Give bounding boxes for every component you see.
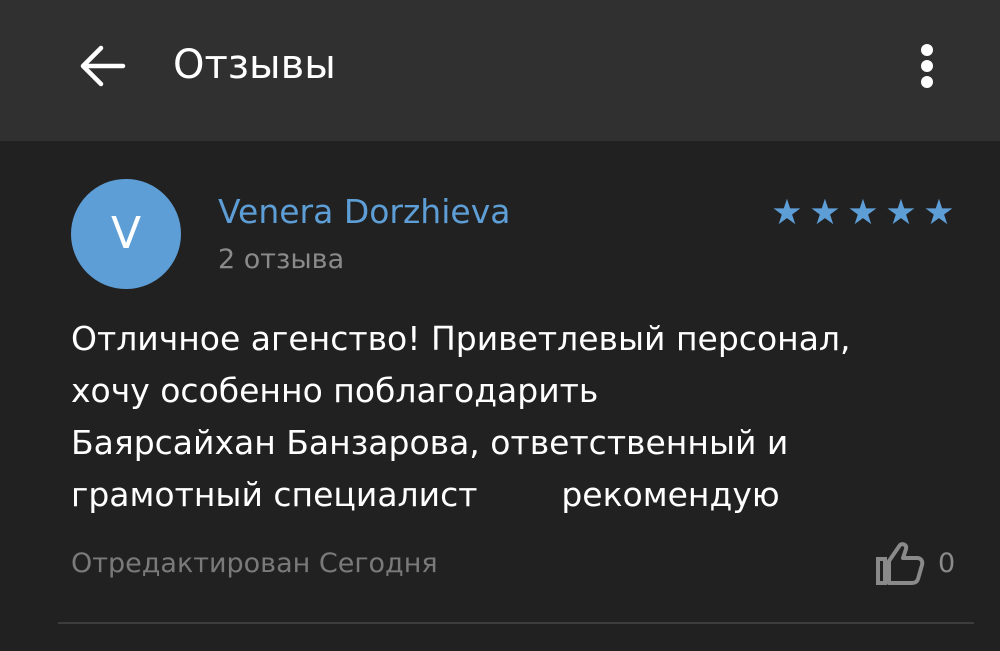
author-review-count: 2 отзыва (218, 244, 345, 275)
like-button[interactable] (872, 539, 928, 589)
star-rating: ★ ★ ★ ★ ★ (768, 193, 958, 233)
edited-timestamp: Отредактирован Сегодня (71, 548, 438, 579)
star-icon: ★ (885, 193, 917, 233)
star-icon: ★ (923, 193, 955, 233)
star-icon: ★ (847, 193, 879, 233)
review-card: V Venera Dorzhieva 2 отзыва ★ ★ ★ ★ ★ От… (0, 141, 1000, 651)
star-icon: ★ (771, 193, 803, 233)
back-button[interactable] (66, 30, 138, 102)
star-icon: ★ (809, 193, 841, 233)
page-title: Отзывы (173, 42, 336, 88)
like-count: 0 (938, 548, 956, 579)
author-name[interactable]: Venera Dorzhieva (218, 191, 510, 233)
more-vertical-icon (921, 44, 933, 56)
app-bar: Отзывы (0, 0, 1000, 141)
arrow-left-icon (80, 45, 126, 87)
review-text: Отличное агенство! Приветлевый персонал,… (71, 319, 851, 514)
thumbs-up-icon (876, 542, 925, 585)
avatar[interactable]: V (71, 179, 181, 289)
divider (58, 622, 974, 624)
more-options-button[interactable] (898, 34, 958, 98)
